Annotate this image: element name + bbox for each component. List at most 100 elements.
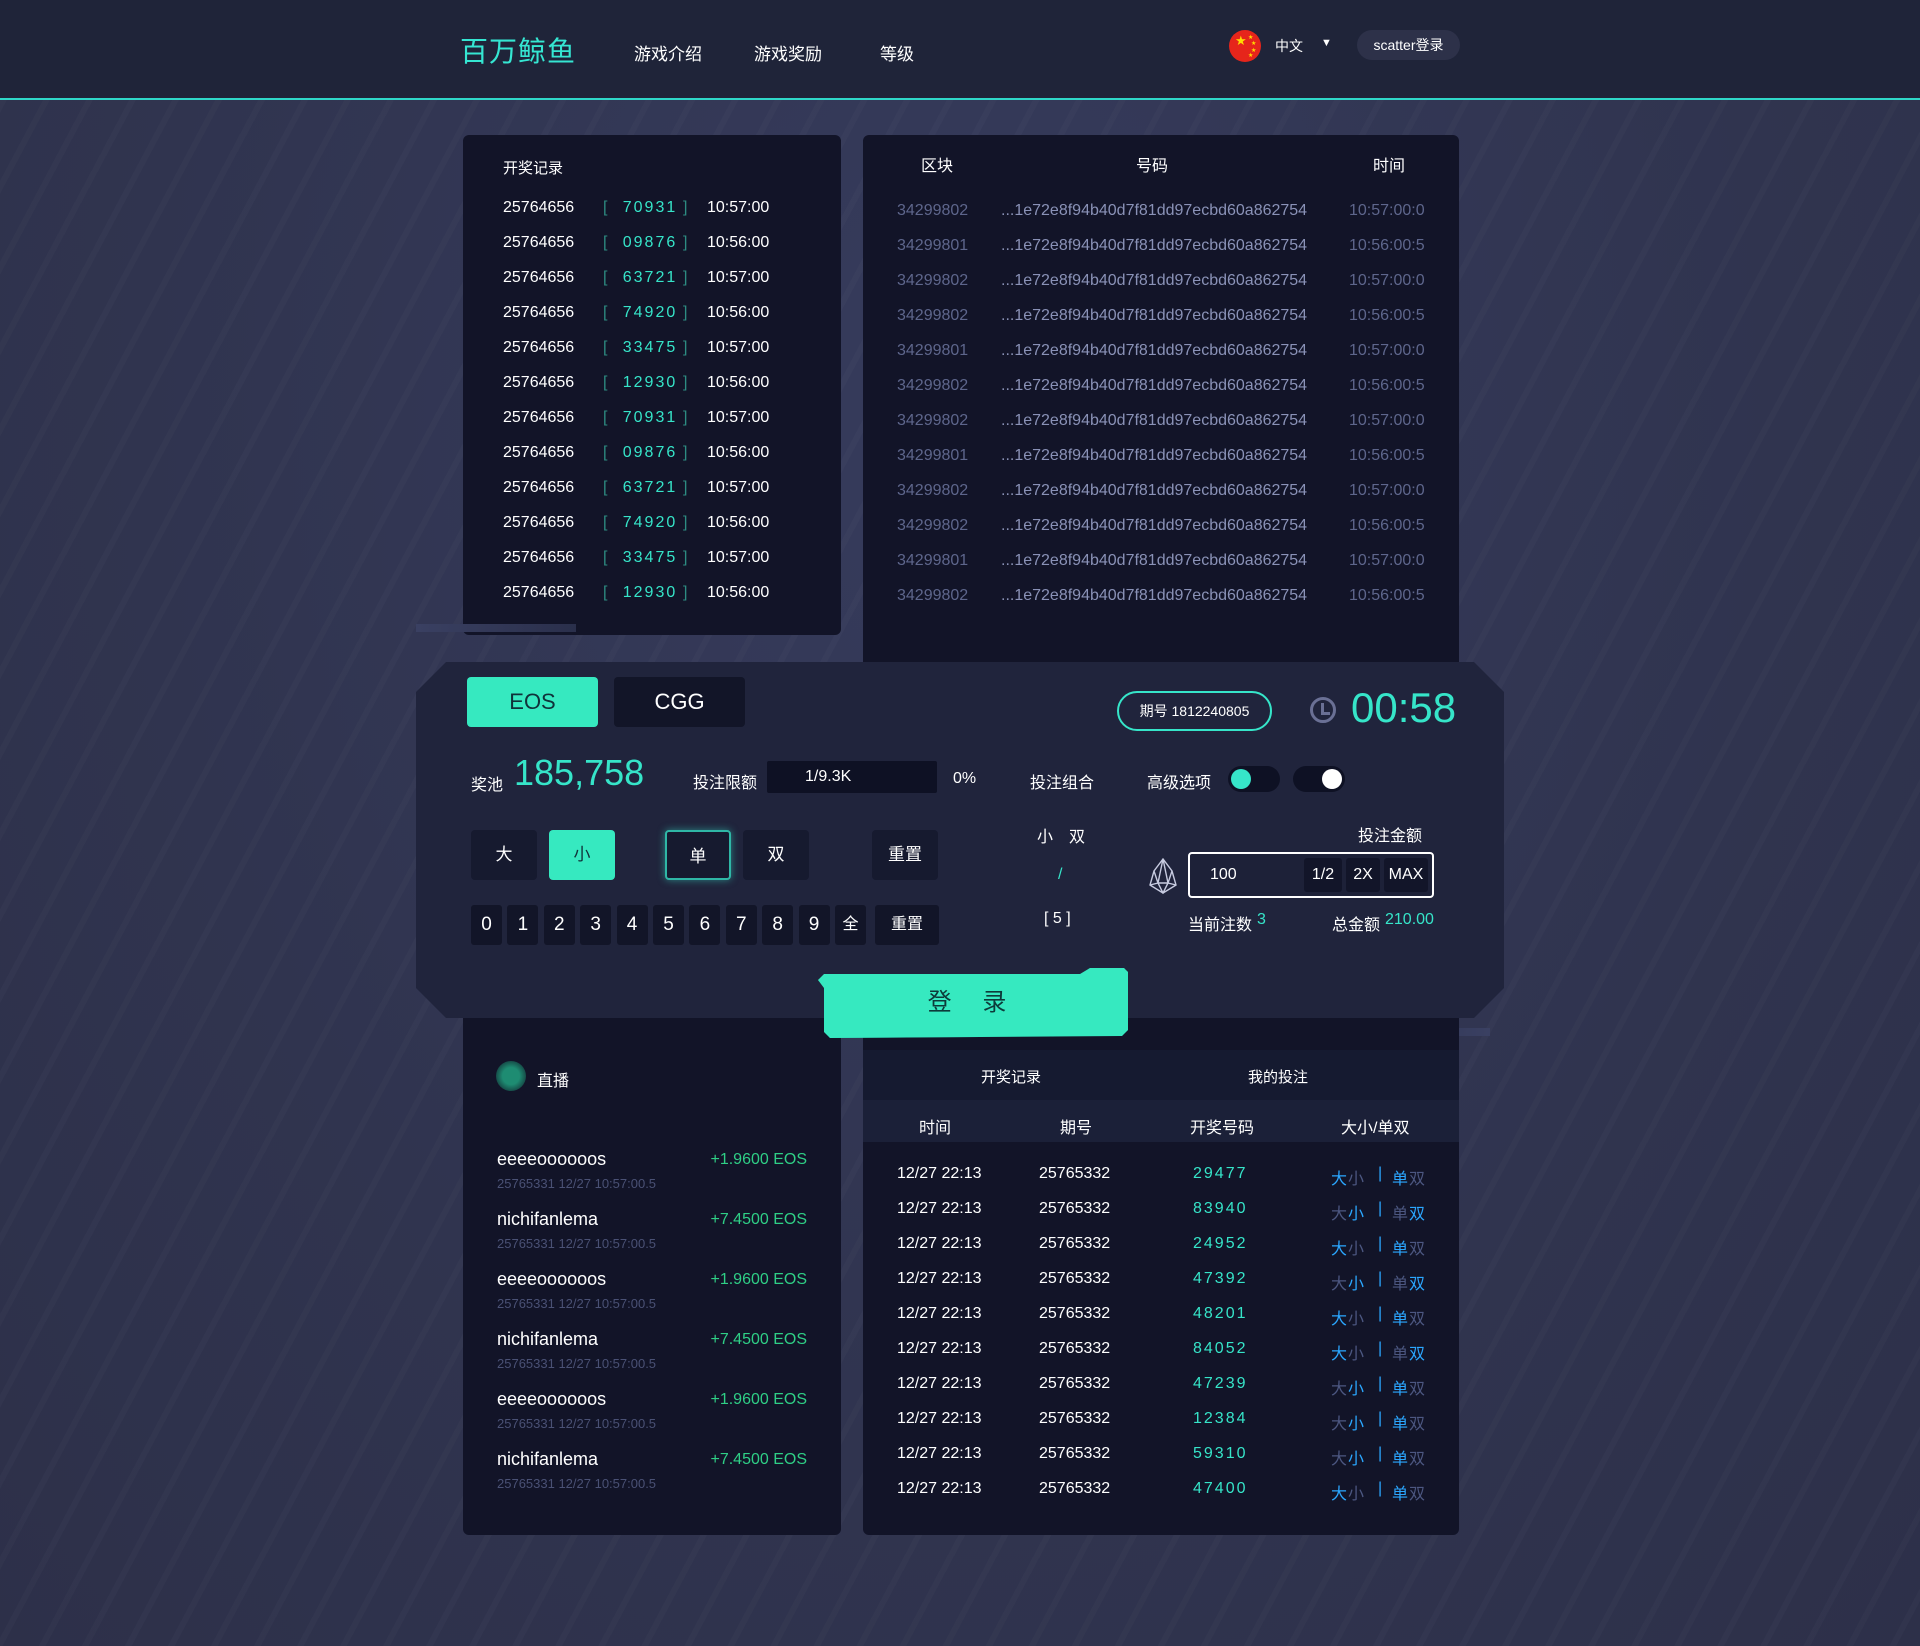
amount-input[interactable]: 100 1/2 2X MAX bbox=[1188, 852, 1434, 898]
small-label: 小 bbox=[1348, 1451, 1365, 1468]
history-number: 59310 bbox=[1193, 1445, 1248, 1462]
record-bracket: [ bbox=[603, 444, 608, 461]
even-button[interactable]: 双 bbox=[743, 830, 809, 880]
record-time: 10:56:00 bbox=[707, 514, 770, 531]
block-row: 34299802 ...1e72e8f94b40d7f81dd97ecbd60a8… bbox=[863, 412, 1458, 432]
digit-button-6[interactable]: 6 bbox=[689, 905, 721, 945]
advanced-label: 高级选项 bbox=[1147, 775, 1212, 792]
block-height: 34299801 bbox=[897, 552, 969, 569]
block-hash: ...1e72e8f94b40d7f81dd97ecbd60a862754 bbox=[1001, 482, 1308, 499]
record-time: 10:57:00 bbox=[707, 409, 770, 426]
live-user: eeeeoooooos bbox=[497, 1269, 607, 1289]
tab-cgg[interactable]: CGG bbox=[614, 677, 745, 727]
advanced-toggle-b[interactable] bbox=[1293, 766, 1345, 792]
max-button[interactable]: MAX bbox=[1384, 858, 1428, 892]
live-amount: +7.4500 EOS bbox=[710, 1451, 807, 1468]
limit-label: 投注限额 bbox=[693, 775, 758, 792]
big-button[interactable]: 大 bbox=[471, 830, 537, 880]
separator: | bbox=[1378, 1200, 1383, 1217]
digit-button-8[interactable]: 8 bbox=[762, 905, 794, 945]
draw-record-row: 25764656 [09876] 10:56:00 bbox=[503, 234, 769, 254]
block-height: 34299801 bbox=[897, 447, 969, 464]
col-draw-number: 开奖号码 bbox=[1190, 1120, 1255, 1137]
record-time: 10:57:00 bbox=[707, 479, 770, 496]
live-meta: 25765331 12/27 10:57:00.5 bbox=[497, 1296, 657, 1311]
record-number: 70931 bbox=[622, 409, 678, 426]
caret-down-icon[interactable]: ▼ bbox=[1321, 37, 1332, 49]
half-button[interactable]: 1/2 bbox=[1304, 858, 1342, 892]
digit-button-5[interactable]: 5 bbox=[653, 905, 684, 945]
tab-draw-records[interactable]: 开奖记录 bbox=[981, 1066, 1041, 1087]
record-time: 10:57:00 bbox=[707, 199, 770, 216]
history-row: 12/27 22:13 25765332 47239 大小 | 单双 bbox=[863, 1375, 1459, 1399]
history-time: 12/27 22:13 bbox=[897, 1270, 982, 1287]
separator: | bbox=[1378, 1480, 1383, 1497]
history-issue: 25765332 bbox=[1039, 1165, 1111, 1182]
countdown-timer: 00:58 bbox=[1351, 684, 1457, 731]
china-flag-icon[interactable]: ★ ★ ★ ★ ★ bbox=[1229, 30, 1261, 62]
record-bracket: [ bbox=[603, 584, 608, 601]
digit-button-1[interactable]: 1 bbox=[507, 905, 539, 945]
record-time: 10:56:00 bbox=[707, 444, 770, 461]
block-hash: ...1e72e8f94b40d7f81dd97ecbd60a862754 bbox=[1001, 377, 1308, 394]
digit-button-7[interactable]: 7 bbox=[725, 905, 757, 945]
record-time: 10:57:00 bbox=[707, 549, 770, 566]
even-label: 双 bbox=[1409, 1486, 1426, 1503]
digit-button-2[interactable]: 2 bbox=[543, 905, 575, 945]
record-number: 12930 bbox=[622, 374, 678, 391]
issue-number-badge: 期号 1812240805 bbox=[1117, 691, 1272, 731]
reset-size-button[interactable]: 重置 bbox=[872, 830, 938, 880]
record-bracket: [ bbox=[603, 199, 608, 216]
block-height: 34299802 bbox=[897, 202, 969, 219]
record-bracket: [ bbox=[603, 409, 608, 426]
even-label: 双 bbox=[1409, 1206, 1426, 1223]
digit-button-4[interactable]: 4 bbox=[616, 905, 648, 945]
pool-value: 185,758 bbox=[514, 752, 645, 793]
record-bracket: ] bbox=[683, 269, 688, 286]
nav-level[interactable]: 等级 bbox=[880, 40, 914, 65]
big-label: 大 bbox=[1331, 1171, 1348, 1188]
current-bets-value: 3 bbox=[1257, 911, 1266, 928]
even-label: 双 bbox=[1409, 1241, 1426, 1258]
language-select[interactable]: 中文 bbox=[1275, 36, 1303, 56]
digit-button-9[interactable]: 9 bbox=[798, 905, 830, 945]
block-height: 34299801 bbox=[897, 342, 969, 359]
big-label: 大 bbox=[1331, 1451, 1348, 1468]
tab-eos[interactable]: EOS bbox=[467, 677, 598, 727]
digit-all-button[interactable]: 全 bbox=[835, 905, 866, 945]
live-title: 直播 bbox=[537, 1073, 570, 1090]
digit-button-3[interactable]: 3 bbox=[580, 905, 612, 945]
live-item: eeeeoooooos +1.9600 EOS 25765331 12/27 10:… bbox=[497, 1269, 807, 1319]
digit-button-0[interactable]: 0 bbox=[471, 905, 502, 945]
odd-button[interactable]: 单 bbox=[665, 830, 731, 880]
small-label: 小 bbox=[1348, 1171, 1365, 1188]
small-button[interactable]: 小 bbox=[549, 830, 615, 880]
history-row: 12/27 22:13 25765332 84052 大小 | 单双 bbox=[863, 1340, 1459, 1364]
live-meta: 25765331 12/27 10:57:00.5 bbox=[497, 1236, 657, 1251]
draw-record-row: 25764656 [70931] 10:57:00 bbox=[503, 199, 769, 219]
record-number: 63721 bbox=[622, 479, 678, 496]
history-tabs bbox=[863, 1050, 1459, 1100]
login-button[interactable]: 登 录 bbox=[818, 968, 1128, 1038]
live-indicator-icon bbox=[496, 1061, 526, 1091]
nav-game-rewards[interactable]: 游戏奖励 bbox=[754, 40, 822, 65]
record-bracket: [ bbox=[603, 234, 608, 251]
draw-record-row: 25764656 [74920] 10:56:00 bbox=[503, 514, 769, 534]
live-meta: 25765331 12/27 10:57:00.5 bbox=[497, 1416, 657, 1431]
logo: 百万鲸鱼 bbox=[460, 35, 577, 68]
history-number: 47400 bbox=[1193, 1480, 1248, 1497]
history-issue: 25765332 bbox=[1039, 1480, 1111, 1497]
live-item: nichifanlema +7.4500 EOS 25765331 12/27 10… bbox=[497, 1449, 807, 1499]
reset-digits-button[interactable]: 重置 bbox=[875, 905, 939, 945]
odd-label: 单 bbox=[1392, 1311, 1409, 1328]
block-hash: ...1e72e8f94b40d7f81dd97ecbd60a862754 bbox=[1001, 587, 1308, 604]
double-button[interactable]: 2X bbox=[1346, 858, 1380, 892]
scatter-login-button[interactable]: scatter登录 bbox=[1357, 30, 1460, 60]
advanced-toggle-a[interactable] bbox=[1228, 766, 1280, 792]
record-time: 10:56:00 bbox=[707, 584, 770, 601]
nav-game-intro[interactable]: 游戏介绍 bbox=[634, 40, 702, 65]
block-height: 34299802 bbox=[897, 272, 969, 289]
record-bracket: ] bbox=[683, 514, 688, 531]
tab-my-bets[interactable]: 我的投注 bbox=[1248, 1066, 1308, 1087]
block-hash: ...1e72e8f94b40d7f81dd97ecbd60a862754 bbox=[1001, 272, 1308, 289]
